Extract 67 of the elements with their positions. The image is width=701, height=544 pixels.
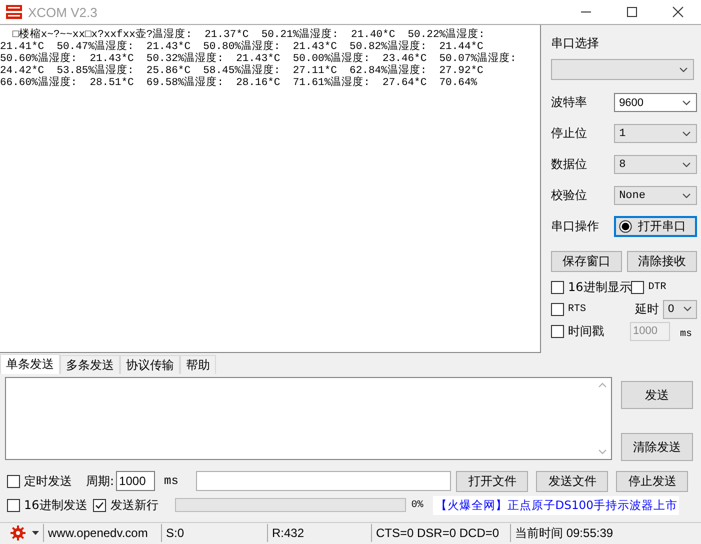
checkbox[interactable] (93, 498, 106, 512)
send-button[interactable]: 发送 (621, 381, 693, 409)
checkbox[interactable] (551, 324, 564, 338)
checkbox-label: 发送新行 (110, 496, 158, 514)
gear-icon[interactable] (10, 525, 26, 541)
period-field[interactable]: 1000 (116, 471, 156, 491)
checkbox-label: 16进制显示 (568, 278, 632, 296)
tab[interactable]: 帮助 (180, 355, 216, 374)
file-button[interactable]: 停止发送 (616, 470, 688, 492)
checkbox-label: 定时发送 (24, 472, 72, 490)
checkbox[interactable] (551, 302, 564, 316)
setting-label: 数据位 (551, 156, 588, 173)
setting-label: 波特率 (551, 94, 588, 111)
checkbox-label: 16进制发送 (24, 496, 88, 514)
setting-label: 校验位 (551, 187, 588, 204)
setting-label: 停止位 (551, 125, 588, 142)
file-path-field[interactable] (196, 471, 452, 491)
line-status: CTS=0 DSR=0 DCD=0 (372, 524, 511, 542)
setting-dropdown[interactable]: 9600 (614, 93, 697, 112)
window-title: XCOM V2.3 (28, 4, 98, 20)
received-text: 21.41*C 50.47%温湿度: 21.43*C 50.80%温湿度: 21.43*C 50.82%温湿度: 21.44*C (0, 41, 484, 53)
received-count: R:432 (268, 524, 372, 542)
setting-dropdown[interactable]: 8 (614, 155, 697, 174)
sent-count: S:0 (162, 524, 268, 542)
radio-icon (619, 220, 632, 233)
setting-dropdown[interactable]: None (614, 186, 697, 205)
send-button[interactable]: 清除发送 (621, 433, 693, 461)
received-text: 66.60%温湿度: 28.51*C 69.58%温湿度: 28.16*C 71.61%温湿度: 27.64*C 70.64% (0, 77, 478, 89)
checkbox[interactable] (7, 498, 20, 512)
checkbox-label: RTS (568, 304, 586, 314)
setting-dropdown[interactable]: 1 (614, 124, 697, 143)
port-operation-label: 串口操作 (551, 218, 600, 235)
open-port-button[interactable]: 打开串口 (614, 216, 697, 237)
tab[interactable]: 多条发送 (60, 355, 120, 374)
delay-label: 延时 (635, 300, 659, 318)
tab[interactable]: 协议传输 (120, 355, 180, 374)
current-time: 当前时间 09:55:39 (514, 524, 614, 542)
chevron-icon (682, 192, 691, 198)
checkbox[interactable] (631, 280, 644, 294)
tab[interactable]: 单条发送 (0, 354, 60, 374)
panel-button[interactable]: 保存窗口 (551, 251, 622, 272)
checkbox-label: 时间戳 (568, 322, 604, 340)
delay-dropdown[interactable]: 0 (663, 300, 697, 318)
unit-label: ms (164, 474, 178, 488)
progress-reading: 0% (411, 500, 424, 510)
chevron-icon (682, 162, 691, 168)
panel-button[interactable]: 清除接收 (626, 251, 697, 272)
receive-area[interactable] (0, 25, 541, 353)
chevron-icon (682, 130, 691, 136)
website-link[interactable]: www.openedv.com (44, 524, 162, 542)
caret-icon[interactable] (32, 531, 39, 535)
checkbox[interactable] (551, 280, 564, 294)
checkbox-label: DTR (648, 282, 666, 292)
checkbox[interactable] (7, 474, 20, 488)
chevron-icon (683, 306, 692, 312)
received-text: 50.60%温湿度: 21.43*C 50.32%温湿度: 21.43*C 50.00%温湿度: 23.46*C 50.07%温湿度: (0, 53, 518, 65)
received-text: 24.42*C 53.85%温湿度: 25.86*C 58.45%温湿度: 27.11*C 62.84%温湿度: 27.92*C (0, 65, 484, 77)
period-label: 周期: (86, 472, 114, 490)
file-button[interactable]: 打开文件 (456, 470, 528, 492)
ad-link[interactable]: 【火爆全网】正点原子DS100手持示波器上市 (433, 496, 680, 514)
file-button[interactable]: 发送文件 (536, 470, 608, 492)
port-select-label: 串口选择 (551, 34, 600, 52)
received-text: □楼樎x~?~~xx□x?xxfxx壶?温湿度: 21.37*C 50.21%温湿度: 21.40*C 50.22%温湿度: (12, 29, 486, 41)
chevron-icon (682, 100, 691, 106)
unit-label: ms (680, 328, 692, 340)
logo-icon (6, 4, 22, 20)
chevron-icon (679, 66, 688, 72)
